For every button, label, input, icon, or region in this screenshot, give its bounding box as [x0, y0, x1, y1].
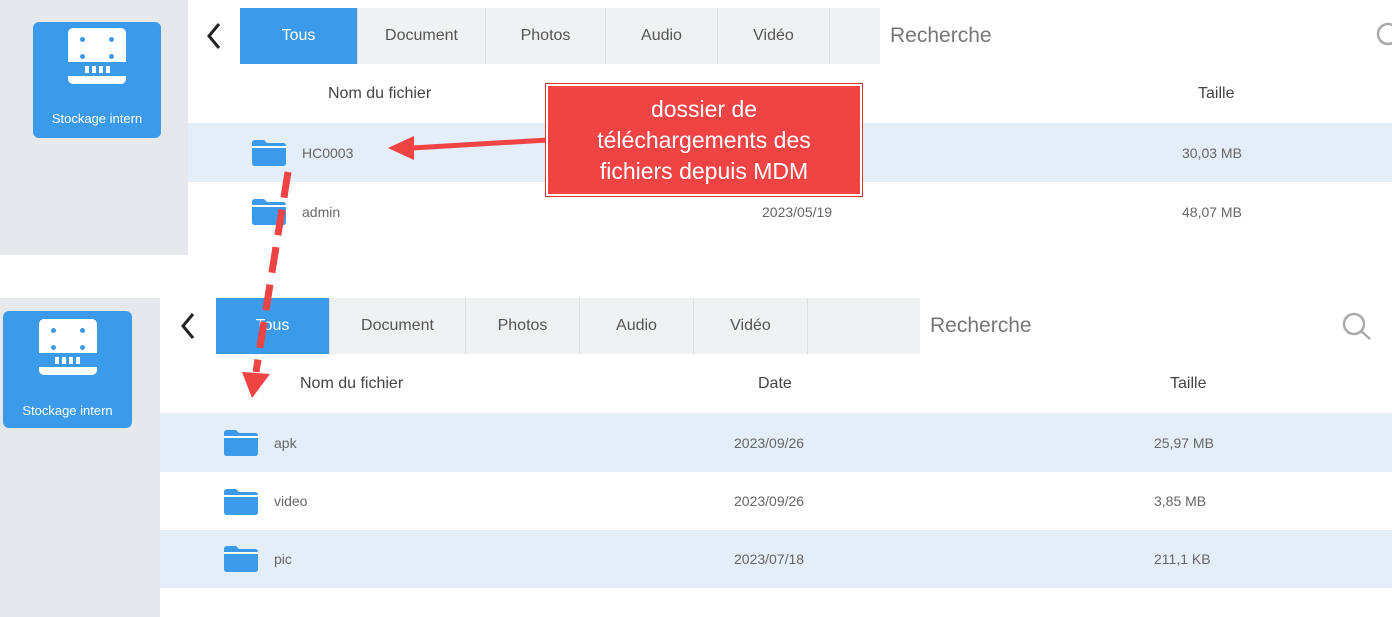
callout-arrow-head — [388, 136, 414, 160]
callout-line: dossier de — [650, 96, 758, 122]
callout-box: dossier de téléchargements des fichiers … — [546, 84, 862, 196]
callout-arrow — [411, 137, 549, 151]
dashed-arrow — [252, 171, 292, 373]
callout-line: fichiers depuis MDM — [599, 158, 809, 184]
callout-line: téléchargements des — [597, 127, 811, 153]
dashed-arrow-head — [242, 372, 270, 398]
